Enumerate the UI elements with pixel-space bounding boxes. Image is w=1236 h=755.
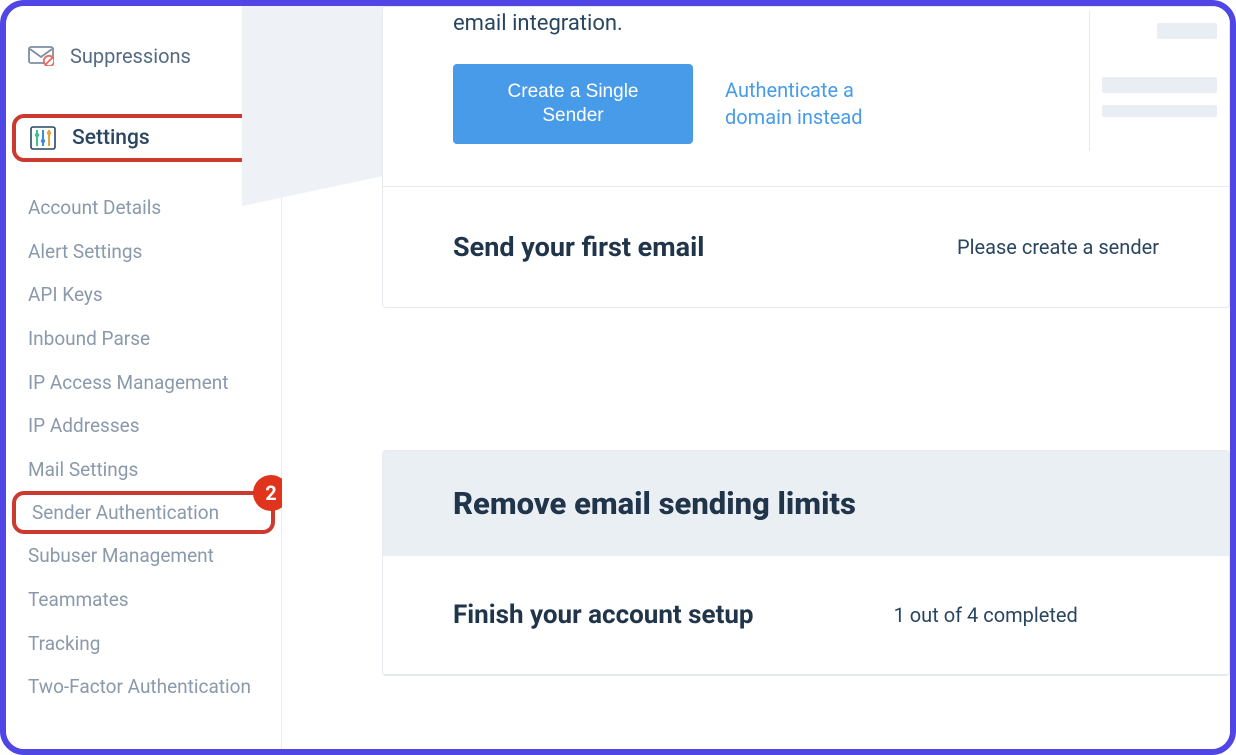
envelope-blocked-icon (28, 46, 56, 66)
onboarding-card: email integration. Create a Single Sende… (382, 6, 1230, 308)
sidebar-item-settings[interactable]: Settings 1 (12, 114, 275, 162)
sidebar-item-mail-settings[interactable]: Mail Settings (6, 448, 281, 492)
sidebar-item-two-factor-auth[interactable]: Two-Factor Authentication (6, 665, 281, 709)
sidebar-item-alert-settings[interactable]: Alert Settings (6, 230, 281, 274)
main-content: email integration. Create a Single Sende… (282, 6, 1230, 749)
sidebar-item-api-keys[interactable]: API Keys (6, 273, 281, 317)
sidebar-item-suppressions[interactable]: Suppressions (6, 32, 281, 80)
settings-subnav: Account Details Alert Settings API Keys … (6, 168, 281, 709)
authenticate-domain-link[interactable]: Authenticate a domain instead (725, 77, 895, 131)
create-single-sender-button[interactable]: Create a Single Sender (453, 64, 693, 144)
sidebar: Suppressions (6, 6, 282, 749)
sidebar-item-sender-authentication[interactable]: Sender Authentication 2 (12, 491, 275, 534)
sidebar-item-subuser-management[interactable]: Subuser Management (6, 534, 281, 578)
sidebar-item-inbound-parse[interactable]: Inbound Parse (6, 317, 281, 361)
remove-limits-heading: Remove email sending limits (453, 485, 1159, 522)
sidebar-item-ip-addresses[interactable]: IP Addresses (6, 404, 281, 448)
send-first-email-heading: Send your first email (453, 231, 704, 263)
setup-progress-text: 1 out of 4 completed (894, 603, 1078, 627)
account-limits-card: Remove email sending limits Finish your … (382, 450, 1230, 676)
intro-text-fragment: email integration. (453, 11, 1159, 36)
sidebar-label-suppressions: Suppressions (70, 44, 191, 68)
sidebar-item-ip-access-management[interactable]: IP Access Management (6, 361, 281, 405)
sidebar-label-sender-authentication: Sender Authentication (32, 501, 219, 524)
sidebar-item-tracking[interactable]: Tracking (6, 622, 281, 666)
send-first-email-status: Please create a sender (957, 235, 1159, 259)
sidebar-item-account-details[interactable]: Account Details (6, 186, 281, 230)
illustration-panel (1089, 11, 1229, 151)
finish-setup-heading: Finish your account setup (453, 600, 754, 630)
sidebar-label-settings: Settings (72, 126, 150, 150)
sliders-icon (30, 126, 58, 150)
sidebar-item-teammates[interactable]: Teammates (6, 578, 281, 622)
